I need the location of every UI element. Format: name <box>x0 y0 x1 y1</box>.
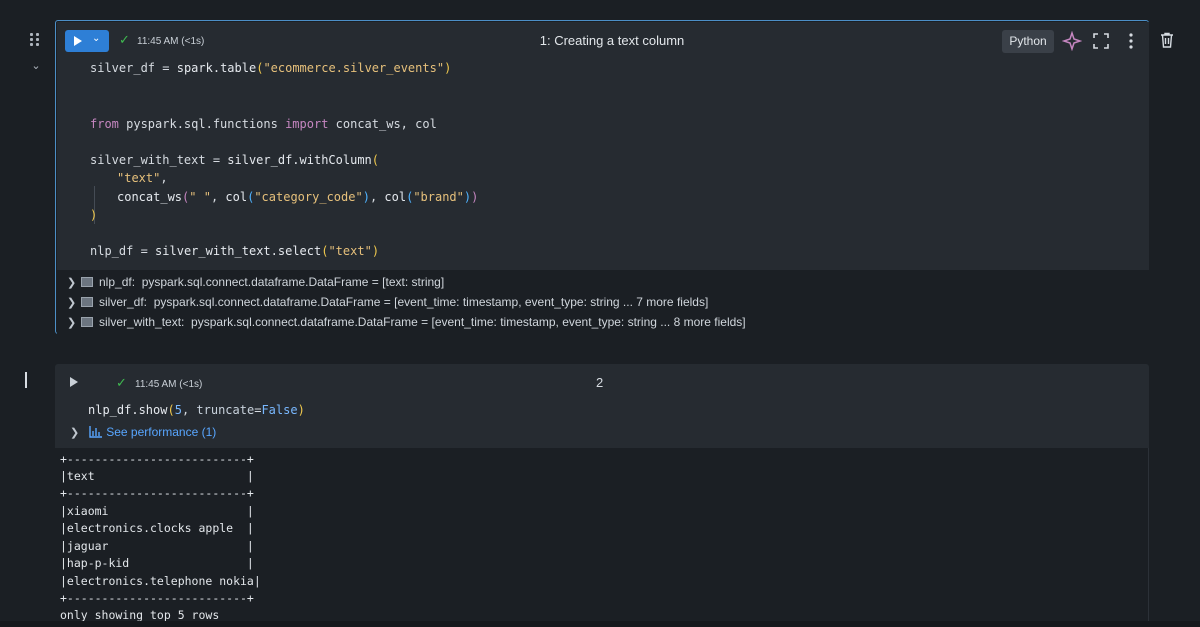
chevron-down-icon[interactable]: ⌄ <box>30 60 42 72</box>
trash-icon[interactable] <box>1158 31 1176 49</box>
cell-number: 2 <box>596 375 604 390</box>
text-cursor <box>25 372 27 388</box>
run-timestamp: 11:45 AM (<1s) <box>137 36 205 47</box>
table-icon <box>81 317 93 327</box>
chevron-right-icon[interactable]: ❯ <box>67 294 79 312</box>
chevron-right-icon[interactable]: ❯ <box>67 314 79 332</box>
table-icon <box>81 297 93 307</box>
cell-1-editor[interactable]: ⌄ ✓ 11:45 AM (<1s) 1: Creating a text co… <box>57 22 1149 270</box>
code-line[interactable]: "text", <box>117 171 168 186</box>
play-icon <box>74 36 82 46</box>
table-border: +--------------------------+ <box>60 486 254 500</box>
code-line[interactable]: from pyspark.sql.functions import concat… <box>90 117 437 132</box>
chevron-right-icon[interactable]: ❯ <box>67 274 79 292</box>
table-row: |hap-p-kid | <box>60 556 254 570</box>
play-icon[interactable] <box>70 377 78 387</box>
table-row: |xiaomi | <box>60 504 254 518</box>
table-row: |electronics.clocks apple | <box>60 521 254 535</box>
sparkle-icon[interactable] <box>1062 31 1082 51</box>
bar-chart-icon <box>89 426 103 438</box>
cell-2-output: +--------------------------+ |text | +--… <box>55 448 1149 627</box>
dataframe-output-row[interactable]: ❯ silver_with_text: pyspark.sql.connect.d… <box>67 313 746 331</box>
notebook-cell-2[interactable]: ✓ 11:45 AM (<1s) 2 nlp_df.show(5, trunca… <box>55 364 1149 448</box>
code-line[interactable]: ) <box>90 208 97 223</box>
code-line[interactable]: concat_ws(" ", col("category_code"), col… <box>117 190 478 205</box>
kebab-menu-icon[interactable] <box>1121 31 1141 51</box>
check-icon: ✓ <box>116 375 127 390</box>
expand-icon[interactable] <box>1091 31 1111 51</box>
code-line[interactable]: nlp_df.show(5, truncate=False) <box>88 403 305 418</box>
table-row: |electronics.telephone nokia| <box>60 574 261 588</box>
table-header: |text | <box>60 469 254 483</box>
dataframe-output-row[interactable]: ❯ silver_df: pyspark.sql.connect.datafram… <box>67 293 708 311</box>
cell-1-outputs: ❯ nlp_df: pyspark.sql.connect.dataframe.D… <box>57 270 1149 334</box>
drag-handle-icon[interactable] <box>30 33 42 47</box>
run-cell-button[interactable]: ⌄ <box>65 30 109 52</box>
table-icon <box>81 277 93 287</box>
table-row: |jaguar | <box>60 539 254 553</box>
cell-title[interactable]: 1: Creating a text column <box>497 33 727 48</box>
see-performance-link[interactable]: ❯ See performance (1) <box>70 425 216 439</box>
notebook-cell-1[interactable]: ⌄ ✓ 11:45 AM (<1s) 1: Creating a text co… <box>55 20 1149 334</box>
bottom-bar <box>0 621 1200 627</box>
code-line[interactable]: nlp_df = silver_with_text.select("text") <box>90 244 379 259</box>
dataframe-output-row[interactable]: ❯ nlp_df: pyspark.sql.connect.dataframe.D… <box>67 273 444 291</box>
language-selector[interactable]: Python <box>1002 30 1054 53</box>
code-line[interactable]: silver_with_text = silver_df.withColumn( <box>90 153 379 168</box>
check-icon: ✓ <box>119 32 130 47</box>
chevron-down-icon: ⌄ <box>92 33 101 44</box>
table-border: +--------------------------+ <box>60 591 254 605</box>
code-line[interactable]: silver_df = spark.table("ecommerce.silve… <box>90 61 451 76</box>
run-timestamp: 11:45 AM (<1s) <box>135 379 203 390</box>
table-border: +--------------------------+ <box>60 452 254 466</box>
chevron-right-icon[interactable]: ❯ <box>70 427 79 439</box>
